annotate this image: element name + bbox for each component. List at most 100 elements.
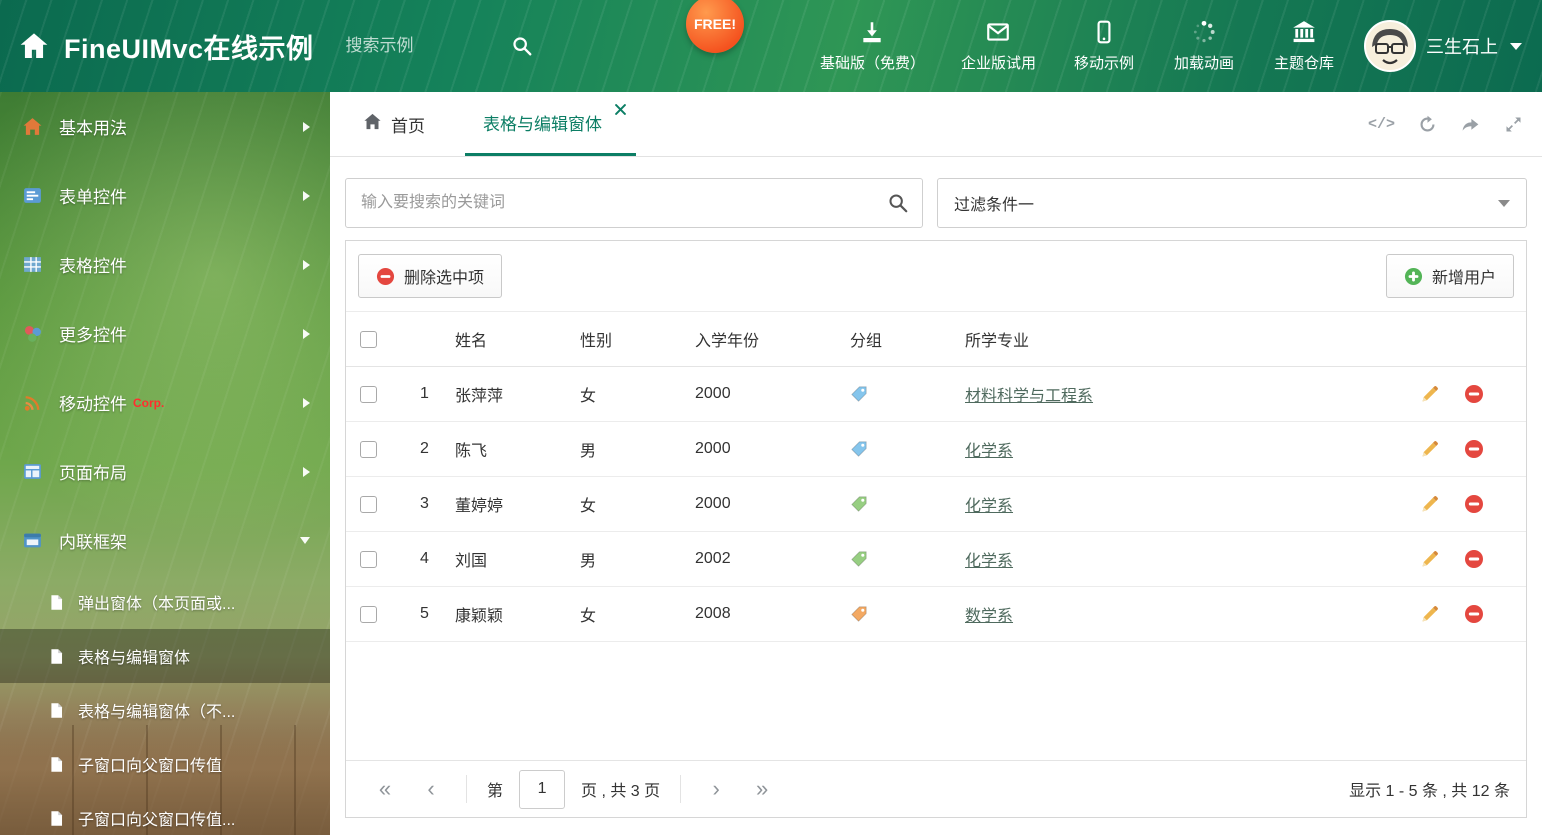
row-checkbox[interactable] [360,385,377,403]
user-menu[interactable]: 三生石上 [1364,20,1542,72]
add-user-button[interactable]: 新增用户 [1385,254,1514,298]
free-badge[interactable]: FREE! [686,0,744,53]
column-header-gender[interactable]: 性别 [569,327,684,351]
tab-grid-edit-window[interactable]: 表格与编辑窗体 [465,92,636,156]
more-controls-icon [22,323,43,344]
row-checkbox[interactable] [360,550,377,568]
sidebar-item-basic-usage[interactable]: 基本用法 [0,92,330,161]
forward-icon[interactable] [1460,114,1481,135]
tab-content: 过滤条件一 删除选中项 新增用户 姓名 性别 入学年份 [330,157,1542,835]
major-link[interactable]: 化学系 [965,437,1013,461]
major-link[interactable]: 数学系 [965,602,1013,626]
expand-icon[interactable] [1503,114,1524,135]
sidebar-subitem[interactable]: 子窗口向父窗口传值 [0,737,330,791]
add-user-label: 新增用户 [1431,270,1496,287]
column-header-group[interactable]: 分组 [839,327,954,351]
nav-item-theme-store[interactable]: 主题仓库 [1272,19,1336,73]
major-link[interactable]: 化学系 [965,492,1013,516]
column-header-year[interactable]: 入学年份 [684,327,839,351]
edit-icon[interactable] [1420,494,1440,514]
tab-tools: </> [1368,92,1524,156]
sidebar-subitem-label: 弹出窗体（本页面或... [78,596,236,613]
column-header-major[interactable]: 所学专业 [954,327,1406,351]
first-page-icon[interactable]: « [362,776,408,802]
nav-item-basic-version[interactable]: 基础版（免费） [820,19,925,73]
edit-icon[interactable] [1420,384,1440,404]
main-area: 首页 表格与编辑窗体 </> 输入要搜索的关键词 过滤条件一 删除选中项 新增用… [330,92,1542,835]
nav-item-loading-animation[interactable]: 加载动画 [1172,19,1236,73]
sidebar-subitem[interactable]: 子窗口向父窗口传值... [0,791,330,835]
cell-name: 刘国 [455,553,488,570]
major-link[interactable]: 材料科学与工程系 [965,382,1093,406]
keyword-search-input[interactable] [346,179,922,227]
select-all-checkbox[interactable] [360,330,377,348]
sidebar-item-form-controls[interactable]: 表单控件 [0,161,330,230]
page-suffix: 页 , 共 3 页 [581,783,661,800]
cell-year: 2000 [695,495,731,512]
keyword-search [345,178,923,228]
code-icon[interactable]: </> [1368,116,1395,133]
nav-item-mobile-demo[interactable]: 移动示例 [1072,19,1136,73]
header-search-input[interactable] [345,36,511,56]
sidebar-subitem[interactable]: 弹出窗体（本页面或... [0,575,330,629]
table-row: 4 刘国 男 2002 化学系 [346,532,1526,587]
delete-row-icon[interactable] [1464,604,1484,624]
table-row: 1 张萍萍 女 2000 材料科学与工程系 [346,367,1526,422]
sidebar-subitem[interactable]: 表格与编辑窗体（不... [0,683,330,737]
next-page-icon[interactable]: › [693,776,739,802]
record-summary: 显示 1 - 5 条 , 共 12 条 [1349,783,1510,800]
column-header-name[interactable]: 姓名 [444,327,569,351]
pagination-bar: « ‹ 第 页 , 共 3 页 › » 显示 1 - 5 条 , 共 12 条 [346,760,1526,817]
table-header-row: 姓名 性别 入学年份 分组 所学专业 [346,312,1526,367]
row-checkbox[interactable] [360,495,377,513]
edit-icon[interactable] [1420,439,1440,459]
row-checkbox[interactable] [360,605,377,623]
row-number: 5 [420,605,429,622]
file-icon [48,702,65,719]
tab-active-label: 表格与编辑窗体 [483,115,602,134]
cell-name: 康颖颖 [455,608,504,625]
prev-page-icon[interactable]: ‹ [408,776,454,802]
delete-row-icon[interactable] [1464,384,1484,404]
tag-icon [850,385,868,403]
cell-gender: 男 [580,553,597,570]
edit-icon[interactable] [1420,549,1440,569]
sidebar-subitem-label: 表格与编辑窗体 [78,650,191,667]
sidebar-item-mobile-controls[interactable]: 移动控件 Corp. [0,368,330,437]
last-page-icon[interactable]: » [739,776,785,802]
tab-bar: 首页 表格与编辑窗体 </> [330,92,1542,157]
filter-dropdown-value: 过滤条件一 [954,197,1035,214]
cell-gender: 女 [580,498,597,515]
tab-home[interactable]: 首页 [345,92,443,156]
envelope-icon [985,19,1011,45]
sidebar-subitem-label: 子窗口向父窗口传值 [78,758,223,775]
app-title: FineUIMvc在线示例 [64,33,314,64]
cell-year: 2000 [695,440,731,457]
table-row: 2 陈飞 男 2000 化学系 [346,422,1526,477]
sidebar-item-more-controls[interactable]: 更多控件 [0,299,330,368]
search-icon[interactable] [511,35,533,57]
spinner-icon [1191,19,1217,45]
nav-item-enterprise-trial[interactable]: 企业版试用 [961,19,1036,73]
iframe-icon [22,530,43,551]
cell-name: 陈飞 [455,443,488,460]
refresh-icon[interactable] [1417,114,1438,135]
sidebar-item-iframe[interactable]: 内联框架 [0,506,330,575]
sidebar-item-page-layout[interactable]: 页面布局 [0,437,330,506]
search-icon[interactable] [887,192,909,214]
file-icon [48,648,65,665]
sidebar-item-table-controls[interactable]: 表格控件 [0,230,330,299]
form-icon [22,185,43,206]
edit-icon[interactable] [1420,604,1440,624]
row-checkbox[interactable] [360,440,377,458]
close-icon[interactable] [615,104,626,115]
page-number-input[interactable] [519,769,566,809]
major-link[interactable]: 化学系 [965,547,1013,571]
delete-selected-button[interactable]: 删除选中项 [358,254,503,298]
sidebar-subitem[interactable]: 表格与编辑窗体 [0,629,330,683]
delete-row-icon[interactable] [1464,549,1484,569]
brand[interactable]: FineUIMvc在线示例 [0,27,314,66]
delete-row-icon[interactable] [1464,494,1484,514]
delete-row-icon[interactable] [1464,439,1484,459]
filter-dropdown[interactable]: 过滤条件一 [937,178,1527,228]
